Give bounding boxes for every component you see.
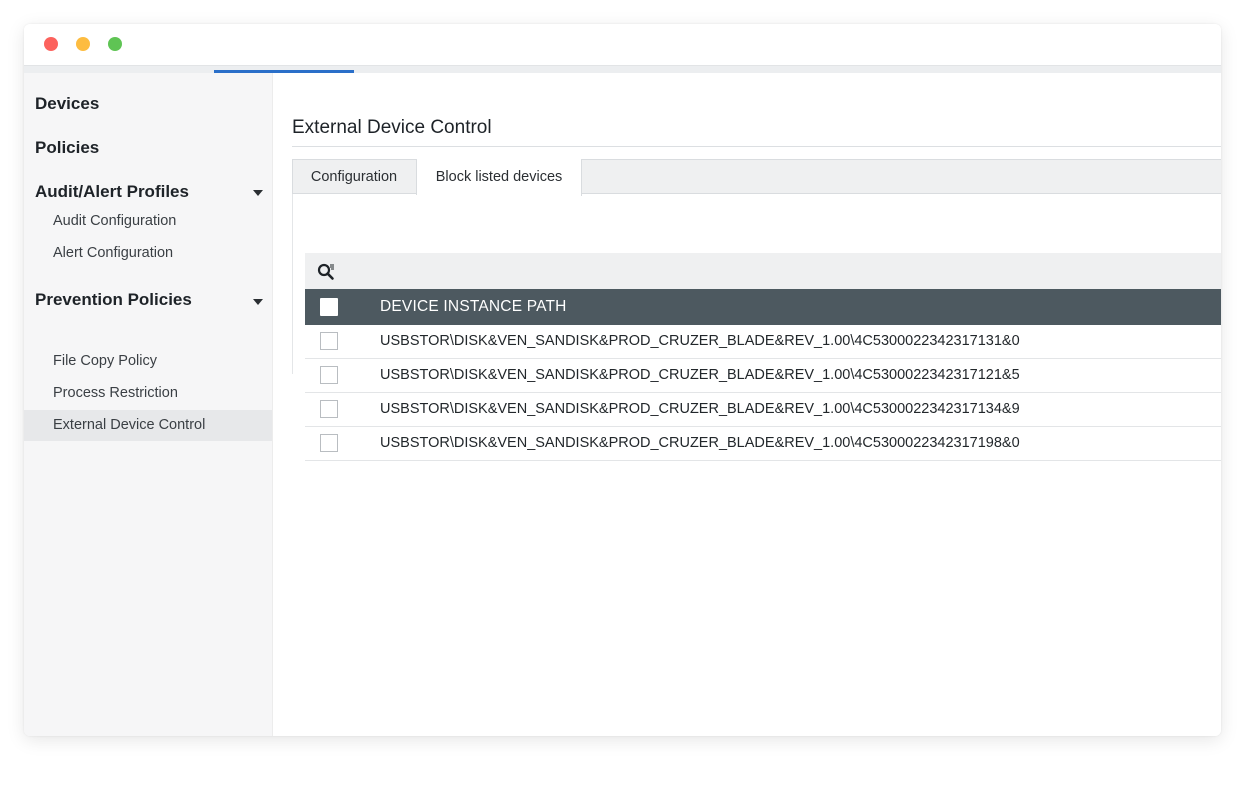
- sidebar: Devices Policies Audit/Alert Profiles Au…: [24, 73, 273, 736]
- row-checkbox[interactable]: [320, 366, 338, 384]
- page-title: External Device Control: [292, 117, 492, 138]
- title-bar: [24, 24, 1221, 65]
- minimize-window-button[interactable]: [76, 37, 90, 51]
- column-header-device-instance-path[interactable]: DEVICE INSTANCE PATH: [380, 289, 567, 325]
- row-checkbox[interactable]: [320, 400, 338, 418]
- sidebar-item-external-device-control[interactable]: External Device Control: [24, 410, 272, 441]
- sidebar-item-devices[interactable]: Devices: [35, 94, 99, 114]
- tab-bar: Configuration Block listed devices: [292, 159, 1221, 196]
- caret-down-icon[interactable]: [253, 190, 263, 196]
- sidebar-item-alert-configuration[interactable]: Alert Configuration: [24, 238, 272, 269]
- app-window: Devices Policies Audit/Alert Profiles Au…: [24, 24, 1221, 736]
- sidebar-group-audit-alert-profiles[interactable]: Audit/Alert Profiles: [35, 182, 189, 202]
- select-all-checkbox[interactable]: [320, 298, 338, 316]
- grid-toolbar: [305, 253, 1221, 289]
- tab-panel-border: [292, 194, 293, 374]
- table-row[interactable]: USBSTOR\DISK&VEN_SANDISK&PROD_CRUZER_BLA…: [305, 393, 1221, 427]
- main-content: External Device Control Configuration Bl…: [273, 73, 1221, 736]
- sidebar-group-prevention-policies[interactable]: Prevention Policies: [35, 290, 192, 310]
- sidebar-item-file-copy-policy[interactable]: File Copy Policy: [24, 346, 272, 377]
- tab-configuration[interactable]: Configuration: [292, 159, 417, 195]
- search-icon[interactable]: [317, 263, 335, 281]
- device-instance-path: USBSTOR\DISK&VEN_SANDISK&PROD_CRUZER_BLA…: [380, 435, 1020, 451]
- row-checkbox[interactable]: [320, 332, 338, 350]
- table-row[interactable]: USBSTOR\DISK&VEN_SANDISK&PROD_CRUZER_BLA…: [305, 359, 1221, 393]
- caret-down-icon[interactable]: [253, 299, 263, 305]
- table-row[interactable]: USBSTOR\DISK&VEN_SANDISK&PROD_CRUZER_BLA…: [305, 325, 1221, 359]
- row-checkbox[interactable]: [320, 434, 338, 452]
- device-instance-path: USBSTOR\DISK&VEN_SANDISK&PROD_CRUZER_BLA…: [380, 367, 1020, 383]
- maximize-window-button[interactable]: [108, 37, 122, 51]
- sidebar-item-policies[interactable]: Policies: [35, 138, 99, 158]
- close-window-button[interactable]: [44, 37, 58, 51]
- tab-block-listed-devices[interactable]: Block listed devices: [417, 159, 582, 196]
- device-instance-path: USBSTOR\DISK&VEN_SANDISK&PROD_CRUZER_BLA…: [380, 401, 1020, 417]
- sidebar-item-audit-configuration[interactable]: Audit Configuration: [24, 206, 272, 237]
- title-divider: [292, 146, 1221, 147]
- sidebar-item-process-restriction[interactable]: Process Restriction: [24, 378, 272, 409]
- table-row[interactable]: USBSTOR\DISK&VEN_SANDISK&PROD_CRUZER_BLA…: [305, 427, 1221, 461]
- device-instance-path: USBSTOR\DISK&VEN_SANDISK&PROD_CRUZER_BLA…: [380, 333, 1020, 349]
- grid-header: DEVICE INSTANCE PATH: [305, 289, 1221, 325]
